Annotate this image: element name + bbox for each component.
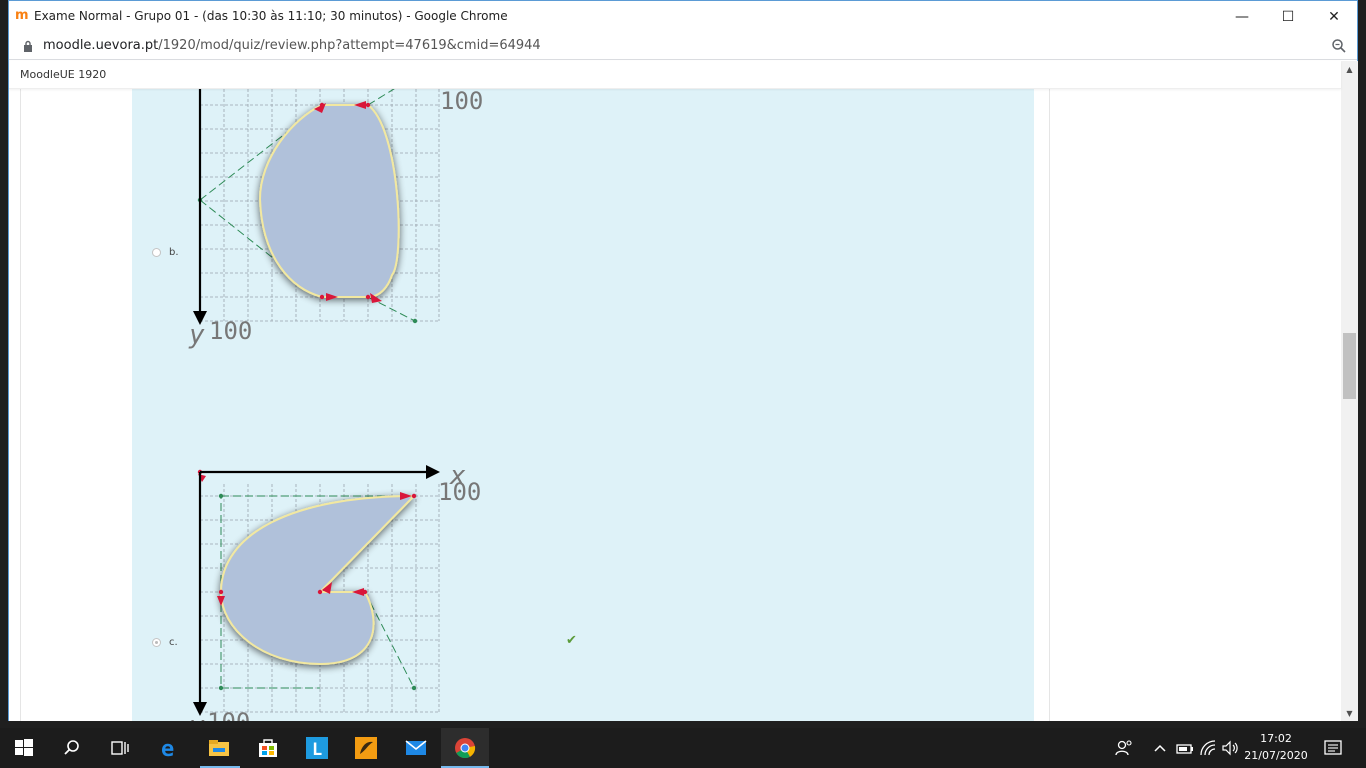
window-title: Exame Normal - Grupo 01 - (das 10:30 às … bbox=[34, 9, 508, 23]
volume-icon[interactable] bbox=[1218, 736, 1242, 760]
chrome-window: m Exame Normal - Grupo 01 - (das 10:30 à… bbox=[8, 0, 1358, 721]
scroll-up-icon[interactable]: ▲ bbox=[1341, 63, 1358, 77]
site-header: MoodleUE 1920 bbox=[9, 61, 1341, 89]
column-divider bbox=[1049, 89, 1050, 721]
x-max-label: 100 bbox=[440, 89, 483, 115]
y-max-label: 100 bbox=[209, 317, 252, 345]
question-answers: b. 100 y 100 c. ✔ x 100 y 100 bbox=[132, 89, 1034, 721]
svg-text:L: L bbox=[312, 740, 322, 760]
lock-icon bbox=[24, 40, 32, 52]
site-name[interactable]: MoodleUE 1920 bbox=[20, 68, 106, 81]
close-button[interactable]: ✕ bbox=[1311, 1, 1357, 32]
chevron-up-icon[interactable] bbox=[1148, 736, 1172, 760]
option-b-figure: 100 y 100 bbox=[188, 89, 483, 349]
search-icon[interactable] bbox=[60, 736, 84, 760]
y-axis-label: y bbox=[188, 320, 205, 349]
wifi-icon[interactable] bbox=[1196, 736, 1220, 760]
task-view-icon[interactable] bbox=[108, 736, 132, 760]
scroll-down-icon[interactable]: ▼ bbox=[1341, 707, 1358, 721]
windows-taskbar: e L 17:02 21/07/2020 bbox=[0, 728, 1366, 768]
zoom-icon[interactable] bbox=[1331, 38, 1347, 54]
minimize-button[interactable]: — bbox=[1219, 1, 1265, 32]
url-text[interactable]: moodle.uevora.pt/1920/mod/quiz/review.ph… bbox=[43, 38, 541, 53]
y-max-label: 100 bbox=[207, 708, 250, 721]
chrome-icon[interactable] bbox=[453, 736, 477, 760]
store-icon[interactable] bbox=[256, 736, 280, 760]
page-scrollbar[interactable]: ▲ ▼ bbox=[1341, 61, 1358, 721]
svg-text:e: e bbox=[161, 737, 174, 760]
mail-icon[interactable] bbox=[404, 736, 428, 760]
moodle-icon: m bbox=[15, 8, 29, 23]
title-bar: m Exame Normal - Grupo 01 - (das 10:30 à… bbox=[9, 1, 1357, 32]
clock-date[interactable]: 21/07/2020 bbox=[1244, 749, 1308, 762]
scrollbar-thumb[interactable] bbox=[1343, 333, 1356, 399]
paint-app-icon[interactable] bbox=[354, 736, 378, 760]
y-axis-label: y bbox=[188, 711, 205, 721]
shape-c bbox=[219, 494, 417, 666]
maximize-button[interactable]: ☐ bbox=[1265, 1, 1311, 32]
windows-start-icon[interactable] bbox=[12, 736, 36, 760]
option-c-figure: x 100 y 100 bbox=[188, 461, 481, 721]
address-bar[interactable]: moodle.uevora.pt/1920/mod/quiz/review.ph… bbox=[9, 32, 1357, 60]
x-max-label: 100 bbox=[438, 478, 481, 506]
check-icon: ✔ bbox=[566, 633, 577, 648]
file-explorer-icon[interactable] bbox=[207, 736, 231, 760]
x-axis-arrow bbox=[426, 465, 440, 479]
column-divider bbox=[20, 89, 21, 721]
battery-icon[interactable] bbox=[1172, 736, 1196, 760]
notifications-icon[interactable] bbox=[1321, 736, 1345, 760]
l-app-icon[interactable]: L bbox=[305, 736, 329, 760]
page-content: b. 100 y 100 c. ✔ x 100 y 100 bbox=[9, 89, 1341, 721]
shape-b bbox=[258, 104, 400, 298]
clock-time[interactable]: 17:02 bbox=[1244, 732, 1308, 745]
edge-icon[interactable]: e bbox=[158, 736, 182, 760]
people-icon[interactable] bbox=[1112, 736, 1136, 760]
